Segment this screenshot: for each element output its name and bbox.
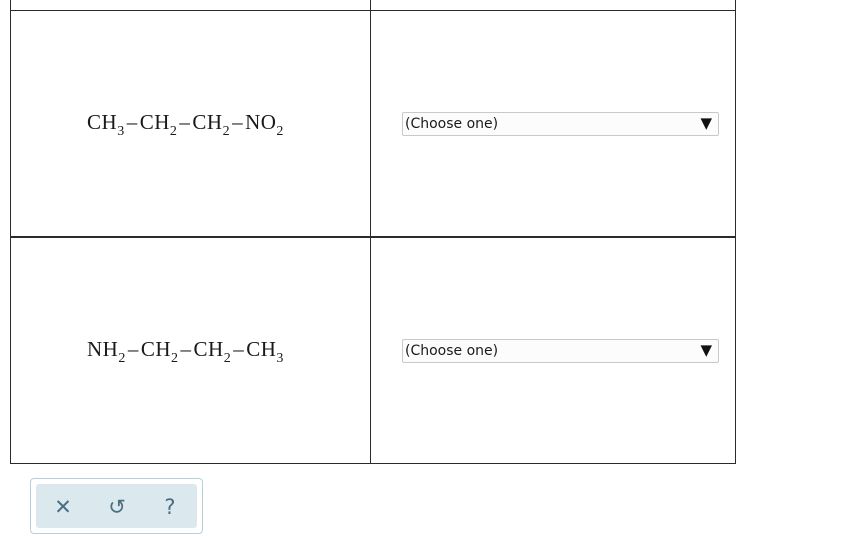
formula-part: NH <box>87 337 119 361</box>
column-divider <box>370 11 371 236</box>
bond-dash: – <box>127 337 139 361</box>
answer-toolbar: ✕ ↺ ? <box>30 478 203 534</box>
formula-subscript: 2 <box>171 351 179 366</box>
formula-subscript: 3 <box>276 351 284 366</box>
clear-close-icon[interactable]: ✕ <box>50 494 76 520</box>
formula-nitropropane: CH3–CH2–CH2–NO2 <box>87 110 284 139</box>
formula-propylamine: NH2–CH2–CH2–CH3 <box>87 337 284 366</box>
formula-subscript: 3 <box>117 124 125 139</box>
dropdown-arrow-icon: ▼ <box>700 341 712 359</box>
classification-dropdown-1[interactable]: (Choose one) ▼ <box>402 112 719 136</box>
classification-dropdown-2[interactable]: (Choose one) ▼ <box>402 339 719 363</box>
formula-subscript: 2 <box>276 124 284 139</box>
bond-dash: – <box>232 110 244 134</box>
formula-part: CH <box>193 337 224 361</box>
table-row-1: CH3–CH2–CH2–NO2 (Choose one) ▼ <box>10 10 736 237</box>
formula-part: CH <box>140 337 172 361</box>
formula-subscript: 2 <box>118 351 126 366</box>
formula-subscript: 2 <box>169 124 178 139</box>
table-border-stub-middle <box>370 0 371 10</box>
table-border-stub-right <box>735 0 736 10</box>
undo-icon[interactable]: ↺ <box>104 494 130 520</box>
formula-part: CH <box>139 110 170 134</box>
bond-dash: – <box>233 337 245 361</box>
dropdown-selected-value: (Choose one) <box>405 343 499 359</box>
table-row-2: NH2–CH2–CH2–CH3 (Choose one) ▼ <box>10 237 736 464</box>
formula-part: CH <box>87 110 118 134</box>
formula-subscript: 2 <box>222 124 231 139</box>
formula-part: NO <box>245 110 277 134</box>
dropdown-arrow-icon: ▼ <box>700 114 712 132</box>
formula-part: CH <box>246 337 277 361</box>
toolbar-background: ✕ ↺ ? <box>36 484 197 528</box>
table-border-stub-left <box>10 0 11 10</box>
formula-subscript: 2 <box>223 351 232 366</box>
bond-dash: – <box>179 110 191 134</box>
bond-dash: – <box>180 337 192 361</box>
column-divider <box>370 238 371 463</box>
dropdown-selected-value: (Choose one) <box>405 116 499 132</box>
bond-dash: – <box>126 110 138 134</box>
formula-part: CH <box>192 110 223 134</box>
help-icon[interactable]: ? <box>157 494 183 520</box>
